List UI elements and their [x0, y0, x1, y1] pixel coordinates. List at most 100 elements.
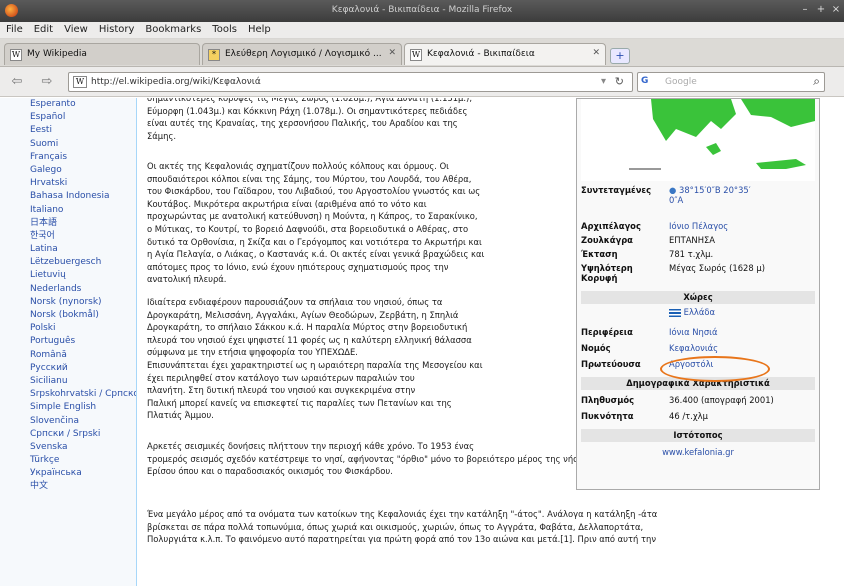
location-map[interactable]: [581, 99, 815, 181]
language-link[interactable]: Hrvatski: [30, 177, 130, 190]
language-link[interactable]: Norsk (bokmål): [30, 309, 130, 322]
coordinates-line-2: 0″Α: [669, 195, 684, 205]
language-link[interactable]: Français: [30, 151, 130, 164]
language-link[interactable]: Srpskohrvatski / Српскохрватски: [30, 388, 182, 401]
language-link[interactable]: Українська: [30, 467, 130, 480]
tab-label: My Wikipedia: [27, 49, 87, 59]
language-link[interactable]: Türkçe: [30, 454, 130, 467]
globe-icon: ●: [669, 185, 677, 195]
language-link[interactable]: Lietuvių: [30, 269, 130, 282]
text-line: Δρογκαράτη, Μελισσάνη, Αγγαλάκι, Αγίων Θ…: [147, 309, 459, 320]
language-link[interactable]: Latina: [30, 243, 130, 256]
language-link[interactable]: Galego: [30, 164, 130, 177]
row-value[interactable]: Ιόνια Νησιά: [669, 327, 718, 337]
menu-bar: File Edit View History Bookmarks Tools Help: [0, 22, 844, 39]
country-value[interactable]: Ελλάδα: [669, 307, 715, 317]
tab-kefalonia[interactable]: W Κεφαλονιά - Βικιπαίδεια ✕: [404, 43, 606, 65]
text-line: Παλική μπορεί κανείς να επισκεφτεί τις π…: [147, 397, 452, 408]
row-value[interactable]: Κεφαλονιάς: [669, 343, 718, 353]
bookmark-star-icon[interactable]: ▾: [601, 76, 606, 87]
wikipedia-icon: W: [73, 76, 87, 88]
close-icon[interactable]: ✕: [592, 48, 600, 58]
language-link[interactable]: Lëtzebuergesch: [30, 256, 130, 269]
tab-label: Ελεύθερη Λογισμικό / Λογισμικό ...: [225, 49, 382, 59]
row-label: Περιφέρεια: [581, 327, 633, 337]
text-line: σπουδαιότεροι κόλποι είναι της Σάμης, το…: [147, 173, 472, 184]
search-bar[interactable]: G Google ⌕: [637, 72, 825, 92]
flag-icon: [669, 308, 681, 317]
paragraph-caves: Ιδιαίτερα ενδιαφέρουν παρουσιάζουν τα σπ…: [147, 296, 483, 422]
maximize-button[interactable]: +: [814, 3, 828, 17]
window-title: Κεφαλονιά - Βικιπαίδεια - Mozilla Firefo…: [331, 5, 513, 15]
language-link[interactable]: Norsk (nynorsk): [30, 296, 130, 309]
search-icon[interactable]: ⌕: [813, 74, 820, 89]
text-line: Ένα μεγάλο μέρος από τα ονόματα των κατο…: [147, 509, 658, 519]
language-link[interactable]: Bahasa Indonesia: [30, 190, 130, 203]
navigation-bar: ⇦ ⇨ W http://el.wikipedia.org/wiki/Κεφαλ…: [0, 67, 844, 97]
language-link[interactable]: Español: [30, 111, 130, 124]
paragraph-relief: σημαντικότερες κορυφές τις Μέγας Σωρός (…: [147, 98, 472, 142]
country-name: Ελλάδα: [683, 307, 716, 317]
language-link[interactable]: Српски / Srpski: [30, 428, 130, 441]
language-link[interactable]: Eesti: [30, 124, 130, 137]
row-label: Πυκνότητα: [581, 411, 634, 421]
tab-label: Κεφαλονιά - Βικιπαίδεια: [427, 49, 535, 59]
text-line: Πολυργιάτα κ.λ.π. Το φαινόμενο αυτό παρα…: [147, 534, 657, 545]
text-line: Ιδιαίτερα ενδιαφέρουν παρουσιάζουν τα σπ…: [147, 297, 443, 307]
minimize-button[interactable]: –: [798, 3, 812, 17]
menu-history[interactable]: History: [93, 22, 140, 35]
menu-help[interactable]: Help: [242, 22, 276, 35]
language-link[interactable]: Slovenčina: [30, 415, 130, 428]
language-link[interactable]: Português: [30, 335, 130, 348]
forward-button[interactable]: ⇨: [38, 73, 56, 91]
language-link[interactable]: Sicilianu: [30, 375, 130, 388]
language-link[interactable]: Русский: [30, 362, 130, 375]
reload-icon[interactable]: ↻: [615, 75, 624, 88]
back-button[interactable]: ⇦: [8, 73, 26, 91]
text-line: Επισυνάπτεται έχει χαρακτηριστεί ως η ωρ…: [147, 359, 483, 370]
language-link[interactable]: 한국어: [30, 230, 130, 243]
new-tab-button[interactable]: +: [610, 48, 630, 64]
url-text: http://el.wikipedia.org/wiki/Κεφαλονιά: [91, 77, 261, 87]
language-link[interactable]: Italiano: [30, 204, 130, 217]
menu-tools[interactable]: Tools: [206, 22, 242, 35]
language-link[interactable]: Română: [30, 349, 130, 362]
close-icon[interactable]: ✕: [388, 48, 396, 58]
text-line: η Αγία Πελαγία, ο Λιάκας, ο Καστανάς κ.ά…: [147, 249, 485, 260]
language-link[interactable]: Suomi: [30, 138, 130, 151]
menu-file[interactable]: File: [0, 22, 28, 35]
coordinates-line-1: 38°15′0″Β 20°35′: [678, 185, 751, 195]
infobox: Συντεταγμένες ● 38°15′0″Β 20°35′ 0″Α Αρχ…: [576, 98, 820, 490]
menu-view[interactable]: View: [58, 22, 93, 35]
language-link[interactable]: Esperanto: [30, 98, 130, 111]
website-link[interactable]: www.kefalonia.gr: [662, 447, 734, 457]
text-line: προχωρώντας με ανατολική κατεύθυνση) η Μ…: [147, 211, 478, 222]
language-links: Esperanto Español Eesti Suomi Français Galego…: [30, 98, 182, 494]
row-value: Μέγας Σωρός (1628 μ): [669, 263, 765, 273]
url-bar[interactable]: W http://el.wikipedia.org/wiki/Κεφαλονιά…: [68, 72, 633, 92]
search-placeholder: Google: [665, 77, 697, 87]
menu-bookmarks[interactable]: Bookmarks: [139, 22, 206, 35]
tab-my-wikipedia[interactable]: W My Wikipedia: [4, 43, 200, 65]
coordinates-value[interactable]: ● 38°15′0″Β 20°35′ 0″Α: [669, 185, 751, 205]
row-label: Αρχιπέλαγος: [581, 221, 641, 231]
text-line: δυτικό τα Ορθονίσια, η Σκίζα και ο Γερόγ…: [147, 236, 482, 247]
language-link[interactable]: Nederlands: [30, 283, 130, 296]
row-value[interactable]: Ιόνιο Πέλαγος: [669, 221, 728, 231]
website-row: www.kefalonia.gr: [581, 447, 815, 457]
wikipedia-icon: W: [410, 49, 422, 61]
text-line: έχει περιληφθεί στον κατάλογο των ωραιότ…: [147, 372, 415, 383]
tab-free-software[interactable]: * Ελεύθερη Λογισμικό / Λογισμικό ... ✕: [202, 43, 402, 65]
language-link[interactable]: Svenska: [30, 441, 130, 454]
close-window-button[interactable]: ×: [829, 3, 843, 17]
text-line: του Φισκάρδου, του Γαϊδαρου, του Λιβαδιο…: [147, 186, 481, 197]
language-link[interactable]: Simple English: [30, 401, 130, 414]
language-link[interactable]: 中文: [30, 480, 130, 493]
page-content: Esperanto Español Eesti Suomi Français Galego…: [0, 98, 844, 586]
row-label: Έκταση: [581, 249, 618, 259]
text-line: Πλατιάς Άμμου.: [147, 410, 214, 421]
language-link[interactable]: Polski: [30, 322, 130, 335]
google-icon[interactable]: G: [641, 76, 661, 89]
language-link[interactable]: 日本語: [30, 217, 130, 230]
menu-edit[interactable]: Edit: [28, 22, 58, 35]
